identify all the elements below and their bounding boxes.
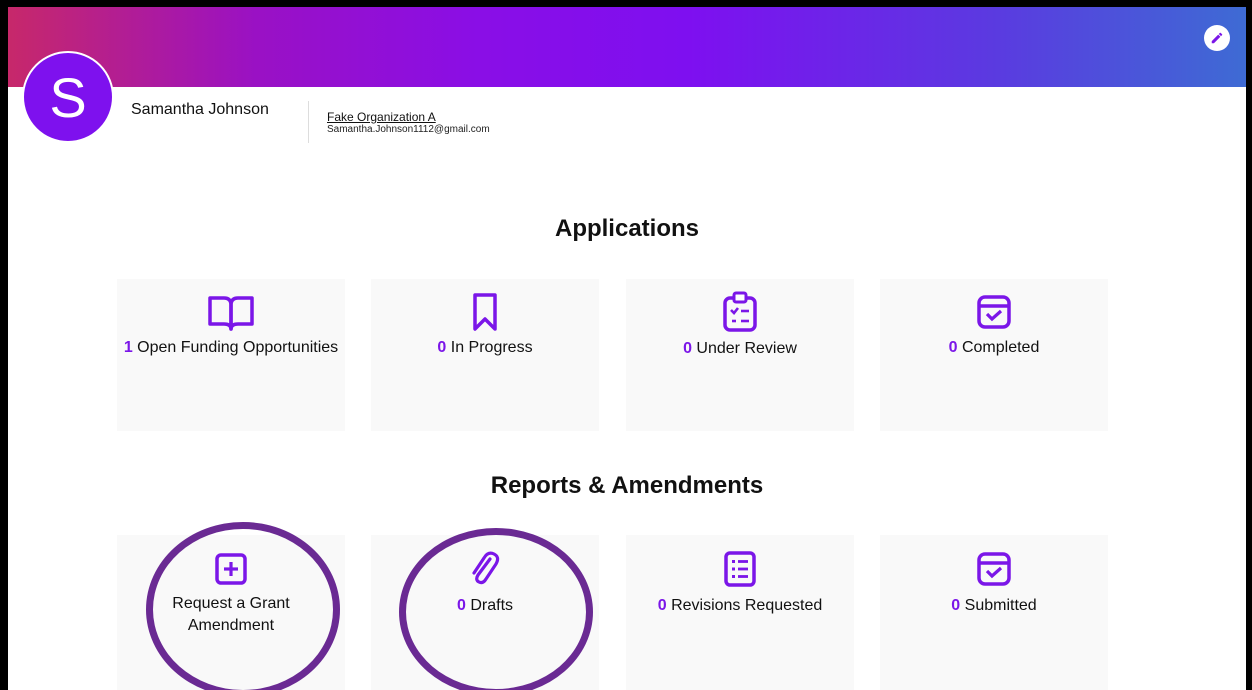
bookmark-icon <box>473 293 497 331</box>
revisions-label: Revisions Requested <box>666 597 823 614</box>
clipboard-checklist-icon <box>723 291 757 332</box>
drafts-count: 0 <box>456 597 466 614</box>
user-name: Samantha Johnson <box>131 101 269 118</box>
card-revisions-requested[interactable]: 0 Revisions Requested <box>626 535 854 690</box>
card-open-funding-opportunities[interactable]: 1 Open Funding Opportunities <box>117 279 345 431</box>
completed-count: 0 <box>948 339 958 356</box>
card-under-review[interactable]: 0 Under Review <box>626 279 854 431</box>
archive-check-icon <box>977 552 1011 586</box>
organization-link[interactable]: Fake Organization A <box>327 110 436 124</box>
card-request-amendment[interactable]: Request a Grant Amendment <box>117 535 345 690</box>
revisions-count: 0 <box>657 597 667 614</box>
archive-check-icon <box>977 295 1011 329</box>
completed-label: Completed <box>957 339 1040 356</box>
card-in-progress[interactable]: 0 In Progress <box>371 279 599 431</box>
in-progress-label: In Progress <box>446 339 533 356</box>
page-frame: S Samantha Johnson Fake Organization A S… <box>8 7 1246 690</box>
drafts-label: Drafts <box>465 597 514 614</box>
profile-banner <box>8 7 1246 87</box>
reports-heading: Reports & Amendments <box>490 472 764 499</box>
edit-profile-button[interactable] <box>1204 25 1230 51</box>
avatar-initial: S <box>49 65 87 129</box>
plus-square-icon <box>215 553 247 585</box>
user-email: Samantha.Johnson1112@gmail.com <box>327 124 490 135</box>
list-icon <box>724 551 756 587</box>
avatar: S <box>22 51 114 143</box>
open-funding-count: 1 <box>123 339 133 356</box>
under-review-label: Under Review <box>691 340 797 357</box>
card-completed[interactable]: 0 Completed <box>880 279 1108 431</box>
under-review-count: 0 <box>683 340 692 357</box>
card-drafts[interactable]: 0 Drafts <box>371 535 599 690</box>
open-funding-label: Open Funding Opportunities <box>132 339 339 356</box>
in-progress-count: 0 <box>437 339 447 356</box>
header-divider <box>308 101 309 143</box>
applications-heading: Applications <box>554 215 699 242</box>
submitted-label: Submitted <box>960 597 1037 614</box>
card-submitted[interactable]: 0 Submitted <box>880 535 1108 690</box>
submitted-count: 0 <box>951 597 961 614</box>
pencil-icon <box>1211 32 1223 44</box>
request-amendment-label: Request a Grant Amendment <box>172 595 290 634</box>
paperclip-icon <box>472 551 500 585</box>
book-open-icon <box>208 296 254 331</box>
